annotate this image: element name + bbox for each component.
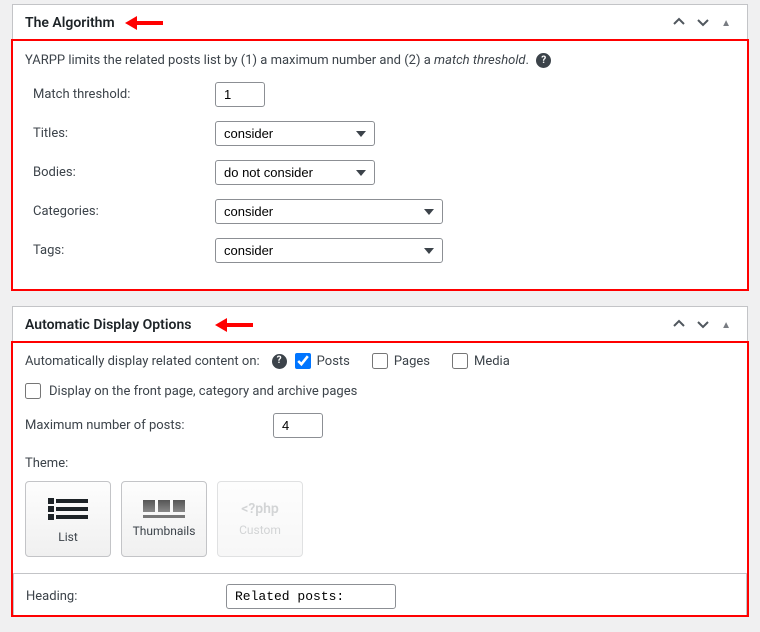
panel-title: The Algorithm — [25, 15, 115, 31]
heading-row: Heading: — [26, 584, 734, 609]
toggle-panel-button[interactable]: ▲ — [717, 14, 735, 31]
heading-section: Heading: — [13, 573, 747, 615]
panel-handle-actions: ▲ — [669, 316, 735, 334]
display-options-panel: Automatic Display Options ▲ Automaticall… — [12, 306, 748, 616]
tags-row: Tags: consider — [25, 238, 735, 263]
help-icon[interactable]: ? — [272, 354, 287, 369]
desc-em: match threshold — [434, 53, 526, 68]
algorithm-panel: The Algorithm ▲ YARPP limits the related… — [12, 4, 748, 290]
panel-handle-actions: ▲ — [669, 14, 735, 32]
titles-label: Titles: — [25, 126, 215, 141]
bodies-label: Bodies: — [25, 165, 215, 180]
list-icon — [48, 494, 88, 524]
media-checkbox-label: Media — [474, 354, 510, 369]
theme-option-custom[interactable]: <?php Custom — [217, 481, 303, 557]
media-checkbox[interactable] — [452, 353, 468, 369]
theme-option-list[interactable]: List — [25, 481, 111, 557]
match-threshold-row: Match threshold: — [25, 82, 735, 107]
match-threshold-input[interactable] — [215, 82, 265, 107]
theme-list-label: List — [58, 530, 78, 544]
theme-thumbnails-label: Thumbnails — [133, 524, 196, 538]
front-page-checkbox[interactable] — [25, 383, 41, 399]
algorithm-description: YARPP limits the related posts list by (… — [25, 53, 735, 68]
desc-text-2: . — [526, 53, 529, 68]
panel-header: The Algorithm ▲ — [13, 5, 747, 41]
php-icon: <?php — [241, 501, 279, 517]
tags-label: Tags: — [25, 243, 215, 258]
thumbnails-icon — [143, 500, 185, 518]
match-threshold-label: Match threshold: — [25, 87, 215, 102]
theme-custom-label: Custom — [239, 523, 281, 537]
help-icon[interactable]: ? — [536, 53, 551, 68]
pages-checkbox-label: Pages — [394, 354, 430, 369]
heading-input[interactable] — [226, 584, 396, 609]
theme-option-thumbnails[interactable]: Thumbnails — [121, 481, 207, 557]
max-posts-row: Maximum number of posts: — [25, 413, 735, 438]
panel-body: Automatically display related content on… — [13, 343, 747, 615]
move-down-button[interactable] — [693, 316, 713, 334]
titles-row: Titles: consider — [25, 121, 735, 146]
pages-checkbox[interactable] — [372, 353, 388, 369]
theme-row: List Thumbnails <?php Custom — [25, 481, 735, 557]
desc-text-1: YARPP limits the related posts list by (… — [25, 53, 434, 68]
posts-checkbox[interactable] — [295, 353, 311, 369]
front-page-row: Display on the front page, category and … — [25, 383, 735, 399]
move-up-button[interactable] — [669, 14, 689, 32]
auto-display-row: Automatically display related content on… — [25, 353, 735, 369]
panel-title: Automatic Display Options — [25, 317, 191, 333]
posts-checkbox-label: Posts — [317, 354, 350, 369]
auto-display-label: Automatically display related content on… — [25, 354, 260, 369]
categories-row: Categories: consider — [25, 199, 735, 224]
panel-header: Automatic Display Options ▲ — [13, 307, 747, 343]
categories-select[interactable]: consider — [215, 199, 443, 224]
tags-select[interactable]: consider — [215, 238, 443, 263]
max-posts-label: Maximum number of posts: — [25, 418, 273, 433]
toggle-panel-button[interactable]: ▲ — [717, 316, 735, 333]
move-down-button[interactable] — [693, 14, 713, 32]
max-posts-input[interactable] — [273, 413, 323, 438]
front-page-label: Display on the front page, category and … — [49, 384, 357, 399]
titles-select[interactable]: consider — [215, 121, 375, 146]
theme-label: Theme: — [25, 456, 735, 471]
bodies-row: Bodies: do not consider — [25, 160, 735, 185]
heading-label: Heading: — [26, 589, 226, 604]
bodies-select[interactable]: do not consider — [215, 160, 375, 185]
categories-label: Categories: — [25, 204, 215, 219]
move-up-button[interactable] — [669, 316, 689, 334]
panel-body: YARPP limits the related posts list by (… — [13, 41, 747, 289]
